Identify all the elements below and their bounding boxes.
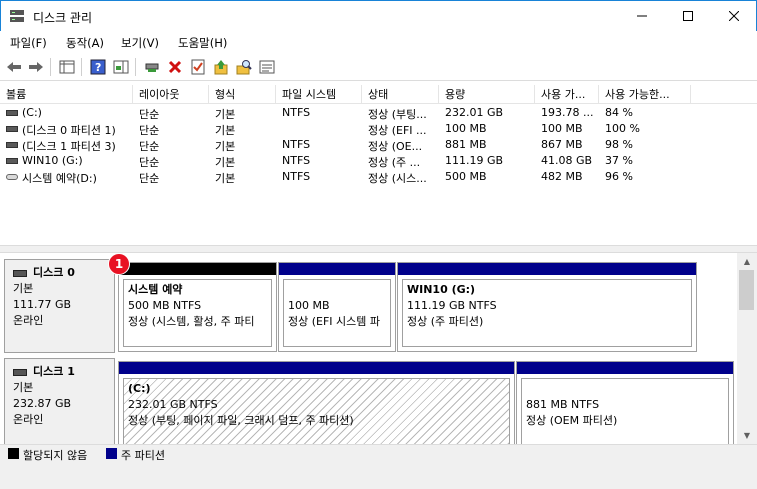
partition-bar [279, 263, 395, 275]
forward-arrow-icon[interactable] [27, 58, 45, 76]
table-row[interactable]: (디스크 1 파티션 3) 단순 기본 NTFS 정상 (OE... 881 M… [0, 137, 757, 153]
scroll-down-icon[interactable]: ▼ [737, 427, 757, 444]
minimize-button[interactable] [619, 1, 665, 31]
column-type[interactable]: 형식 [209, 85, 276, 104]
title-bar: 디스크 관리 [0, 0, 757, 31]
partition-bar [398, 263, 696, 275]
disk-1-label[interactable]: 디스크 1 기본 232.87 GB 온라인 [4, 358, 115, 444]
volume-list-header: 볼륨 레이아웃 형식 파일 시스템 상태 용량 사용 가... 사용 가능한..… [0, 85, 757, 104]
toolbar-separator [50, 58, 51, 76]
disk-state: 온라인 [13, 413, 44, 426]
menu-bar: 파일(F) 동작(A) 보기(V) 도움말(H) [0, 31, 757, 53]
legend-label-primary: 주 파티션 [121, 449, 165, 462]
menu-action[interactable]: 동작(A) [66, 35, 104, 51]
partition-win10[interactable]: WIN10 (G:) 111.19 GB NTFS 정상 (주 파티션) [397, 262, 697, 352]
column-volume[interactable]: 볼륨 [0, 85, 133, 104]
legend-label-unallocated: 할당되지 않음 [23, 449, 88, 462]
scroll-thumb[interactable] [739, 270, 754, 310]
legend-bar: 할당되지 않음 주 파티션 [0, 444, 757, 462]
column-percent-free[interactable]: 사용 가능한... [599, 85, 691, 104]
close-button[interactable] [711, 1, 757, 31]
scroll-up-icon[interactable]: ▲ [737, 253, 757, 270]
status-bar [0, 462, 757, 489]
table-row[interactable]: (C:) 단순 기본 NTFS 정상 (부팅... 232.01 GB 193.… [0, 105, 757, 121]
console-tree-icon[interactable] [58, 58, 76, 76]
partition-bar [119, 263, 276, 275]
drive-icon [6, 142, 18, 148]
volume-list: (C:) 단순 기본 NTFS 정상 (부팅... 232.01 GB 193.… [0, 105, 757, 245]
disk-state: 온라인 [13, 314, 44, 327]
svg-text:?: ? [95, 61, 101, 74]
toolbar-separator [135, 58, 136, 76]
disk-graph-view: 디스크 0 기본 111.77 GB 온라인 시스템 예약 500 MB NTF… [0, 253, 737, 444]
drive-icon [6, 158, 18, 164]
menu-file[interactable]: 파일(F) [10, 35, 47, 51]
up-folder-icon[interactable] [212, 58, 230, 76]
legend-swatch-unallocated [8, 448, 19, 459]
connect-icon[interactable] [143, 58, 161, 76]
pane-splitter[interactable] [0, 245, 757, 253]
menu-help[interactable]: 도움말(H) [178, 35, 227, 51]
disk-management-icon [9, 9, 25, 23]
action-pane-icon[interactable] [112, 58, 130, 76]
disk-icon [13, 269, 27, 277]
partition-bar [119, 362, 514, 374]
properties-icon[interactable] [189, 58, 207, 76]
disk-type: 기본 [13, 381, 34, 394]
delete-icon[interactable] [166, 58, 184, 76]
maximize-button[interactable] [665, 1, 711, 31]
column-capacity[interactable]: 용량 [439, 85, 535, 104]
back-arrow-icon[interactable] [5, 58, 23, 76]
column-layout[interactable]: 레이아웃 [133, 85, 209, 104]
partition-c[interactable]: (C:) 232.01 GB NTFS 정상 (부팅, 페이지 파일, 크래시 … [118, 361, 515, 444]
vertical-scrollbar[interactable]: ▲ ▼ [737, 253, 757, 444]
partition-efi[interactable]: 100 MB 정상 (EFI 시스템 파 [278, 262, 396, 352]
disk-0-label[interactable]: 디스크 0 기본 111.77 GB 온라인 [4, 259, 115, 353]
list-view-icon[interactable] [258, 58, 276, 76]
disk-size: 232.87 GB [13, 397, 72, 410]
legend-swatch-primary [106, 448, 117, 459]
step-marker-badge: 1 [108, 253, 130, 275]
table-row[interactable]: 시스템 예약(D:) 단순 기본 NTFS 정상 (시스... 500 MB 4… [0, 169, 757, 185]
partition-system-reserved[interactable]: 시스템 예약 500 MB NTFS 정상 (시스템, 활성, 주 파티 [118, 262, 277, 352]
partition-bar [517, 362, 733, 374]
disk-size: 111.77 GB [13, 298, 72, 311]
column-file-system[interactable]: 파일 시스템 [276, 85, 362, 104]
table-row[interactable]: WIN10 (G:) 단순 기본 NTFS 정상 (주 ... 111.19 G… [0, 153, 757, 169]
drive-icon [6, 110, 18, 116]
drive-icon [6, 126, 18, 132]
menu-view[interactable]: 보기(V) [121, 35, 159, 51]
search-icon[interactable] [235, 58, 253, 76]
help-icon[interactable]: ? [89, 58, 107, 76]
removable-drive-icon [6, 174, 18, 180]
column-free-space[interactable]: 사용 가... [535, 85, 599, 104]
disk-type: 기본 [13, 282, 34, 295]
toolbar: ? [0, 53, 757, 81]
disk-icon [13, 368, 27, 376]
window-title: 디스크 관리 [33, 11, 93, 25]
column-status[interactable]: 상태 [362, 85, 439, 104]
table-row[interactable]: (디스크 0 파티션 1) 단순 기본 정상 (EFI ... 100 MB 1… [0, 121, 757, 137]
toolbar-separator [81, 58, 82, 76]
partition-oem[interactable]: 881 MB NTFS 정상 (OEM 파티션) [516, 361, 734, 444]
